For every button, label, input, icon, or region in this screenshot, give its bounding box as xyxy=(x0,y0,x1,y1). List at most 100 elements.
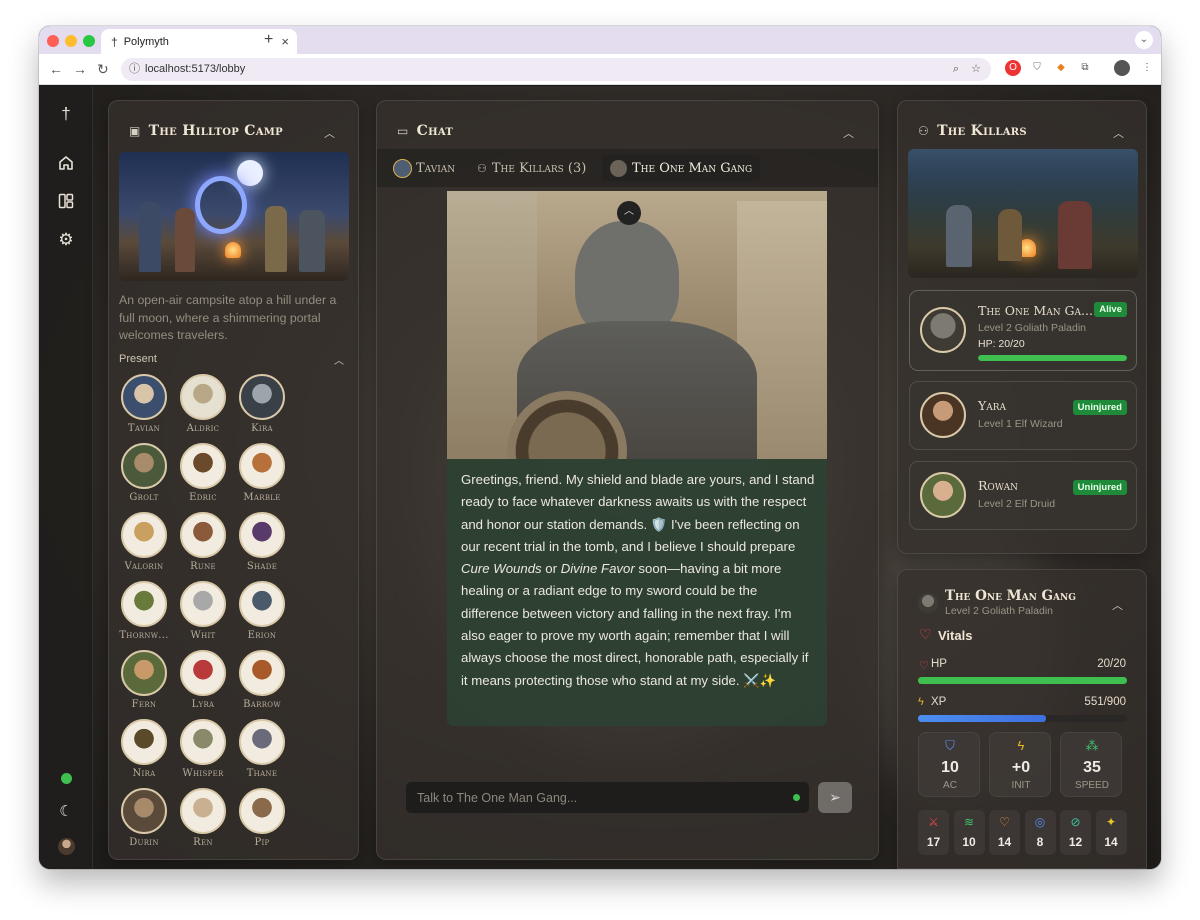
present-avatar[interactable] xyxy=(121,581,167,627)
metamask-extension-icon[interactable]: ◆ xyxy=(1053,60,1069,76)
forward-icon[interactable]: → xyxy=(73,61,87,77)
shield-icon: ⛉ xyxy=(945,738,955,753)
present-avatar[interactable] xyxy=(121,650,167,696)
member-hp-fill xyxy=(978,355,1127,361)
chat-input[interactable]: Talk to The One Man Gang... xyxy=(405,781,810,814)
camp-description: An open-air campsite atop a hill under a… xyxy=(119,293,337,342)
character-collapse-chevron-icon[interactable]: ︿ xyxy=(1112,597,1123,613)
character-avatar xyxy=(918,593,938,613)
party-member-card[interactable]: The One Man Ga... Level 2 Goliath Paladi… xyxy=(909,290,1137,371)
sword-icon: ⚔ xyxy=(928,815,939,829)
present-avatar[interactable] xyxy=(121,374,167,420)
present-avatar[interactable] xyxy=(239,581,285,627)
stat-speed: ⁂ 35 SPEED xyxy=(1060,732,1122,797)
browser-toolbar: ← → ↻ ⓘ localhost:5173/lobby ⌕ ☆ O ⛉ ◆ ⧉… xyxy=(39,54,1161,85)
party-member-card[interactable]: Rowan Level 2 Elf Druid Uninjured xyxy=(909,461,1137,530)
present-avatar[interactable] xyxy=(239,650,285,696)
member-name: The One Man Ga... xyxy=(978,303,1093,318)
character-panel: The One Man Gang Level 2 Goliath Paladin… xyxy=(897,569,1147,869)
ability-score[interactable]: ⊘ 12 xyxy=(1060,810,1091,855)
character-subtitle: Level 2 Goliath Paladin xyxy=(945,605,1053,617)
home-icon[interactable] xyxy=(56,154,76,174)
present-avatar[interactable] xyxy=(180,512,226,558)
extensions-puzzle-icon[interactable]: ⧉ xyxy=(1077,60,1093,76)
present-name: Nira xyxy=(132,768,156,779)
present-avatar[interactable] xyxy=(180,788,226,834)
ability-score[interactable]: ≋ 10 xyxy=(953,810,985,855)
present-name: Ren xyxy=(193,837,213,848)
party-collapse-chevron-icon[interactable]: ︿ xyxy=(1113,125,1124,141)
figure-silhouette xyxy=(1058,201,1092,269)
member-subtitle: Level 2 Elf Druid xyxy=(978,498,1056,510)
app-viewport: † ⚙ ☾ ▣ The Hilltop Camp ︿ An open-air c… xyxy=(39,86,1161,869)
heart-icon: ♡ xyxy=(919,626,932,642)
figure-silhouette xyxy=(998,209,1022,261)
close-window-button[interactable] xyxy=(47,35,59,47)
present-avatar[interactable] xyxy=(180,581,226,627)
maximize-window-button[interactable] xyxy=(83,35,95,47)
tab-the-one-man-gang[interactable]: The One Man Gang xyxy=(602,155,761,181)
shield-extension-icon[interactable]: ⛉ xyxy=(1029,60,1045,76)
ability-score[interactable]: ✦ 14 xyxy=(1095,810,1127,855)
one-man-gang-tab-avatar xyxy=(610,159,627,177)
tab-search-dropdown-icon[interactable]: ⌄ xyxy=(1135,31,1153,49)
chat-tabs-bar: Tavian ⚇ The Killars (3) The One Man Gang xyxy=(377,149,878,187)
present-name: Kira xyxy=(251,423,273,434)
scroll-up-button[interactable]: ︿ xyxy=(617,201,641,225)
present-collapse-chevron-icon[interactable]: ︿ xyxy=(334,352,344,367)
present-name: Erion xyxy=(247,630,277,641)
app-logo-dagger-icon[interactable]: † xyxy=(56,104,76,124)
present-avatar[interactable] xyxy=(239,788,285,834)
present-avatar[interactable] xyxy=(180,650,226,696)
present-avatar[interactable] xyxy=(180,719,226,765)
send-button[interactable]: ➢ xyxy=(818,782,852,813)
member-hp-text: HP: 20/20 xyxy=(978,338,1025,350)
ability-score[interactable]: ◎ 8 xyxy=(1024,810,1056,855)
new-tab-button[interactable]: + xyxy=(264,31,273,49)
ability-score[interactable]: ♡ 14 xyxy=(989,810,1020,855)
user-avatar[interactable] xyxy=(58,838,75,855)
present-name: Whisper xyxy=(182,768,224,779)
settings-gear-icon[interactable]: ⚙ xyxy=(56,230,76,250)
hp-bar xyxy=(918,677,1127,684)
camp-scene-image xyxy=(119,152,349,281)
dark-mode-moon-icon[interactable]: ☾ xyxy=(56,802,76,822)
chat-collapse-chevron-icon[interactable]: ︿ xyxy=(843,125,854,141)
bookmark-star-icon[interactable]: ☆ xyxy=(971,58,981,81)
present-avatar[interactable] xyxy=(180,443,226,489)
present-avatar[interactable] xyxy=(121,443,167,489)
opera-extension-icon[interactable]: O xyxy=(1005,60,1021,76)
reload-icon[interactable]: ↻ xyxy=(97,61,109,78)
present-avatar[interactable] xyxy=(121,512,167,558)
present-avatar[interactable] xyxy=(239,443,285,489)
party-member-card[interactable]: Yara Level 1 Elf Wizard Uninjured xyxy=(909,381,1137,450)
present-avatar[interactable] xyxy=(239,374,285,420)
present-name: Barrow xyxy=(243,699,281,710)
ability-score[interactable]: ⚔ 17 xyxy=(918,810,949,855)
back-icon[interactable]: ← xyxy=(49,61,63,77)
bolt-icon: ϟ xyxy=(1017,738,1025,753)
chat-bubble-icon: ▭ xyxy=(397,124,409,138)
present-avatar[interactable] xyxy=(239,512,285,558)
address-bar[interactable]: ⓘ localhost:5173/lobby ⌕ ☆ xyxy=(121,58,991,81)
dashboard-layout-icon[interactable] xyxy=(56,192,76,212)
hp-label: HP xyxy=(931,658,947,670)
stat-label: AC xyxy=(943,780,957,791)
present-avatar[interactable] xyxy=(239,719,285,765)
browser-menu-icon[interactable]: ⋮ xyxy=(1139,60,1155,76)
stat-ac: ⛉ 10 AC xyxy=(918,732,980,797)
site-info-icon[interactable]: ⓘ xyxy=(129,58,140,81)
present-name: Grolt xyxy=(129,492,159,503)
zoom-icon[interactable]: ⌕ xyxy=(953,58,959,81)
member-avatar xyxy=(920,392,966,438)
close-tab-icon[interactable]: × xyxy=(281,34,289,49)
tab-tavian[interactable]: Tavian xyxy=(385,155,463,181)
present-avatar[interactable] xyxy=(180,374,226,420)
tab-the-killars[interactable]: ⚇ The Killars (3) xyxy=(469,155,594,181)
camp-collapse-chevron-icon[interactable]: ︿ xyxy=(324,125,335,141)
present-avatar[interactable] xyxy=(121,788,167,834)
xp-bolt-icon: ϟ xyxy=(918,696,924,708)
present-avatar[interactable] xyxy=(121,719,167,765)
profile-avatar-icon[interactable] xyxy=(1114,60,1130,76)
minimize-window-button[interactable] xyxy=(65,35,77,47)
